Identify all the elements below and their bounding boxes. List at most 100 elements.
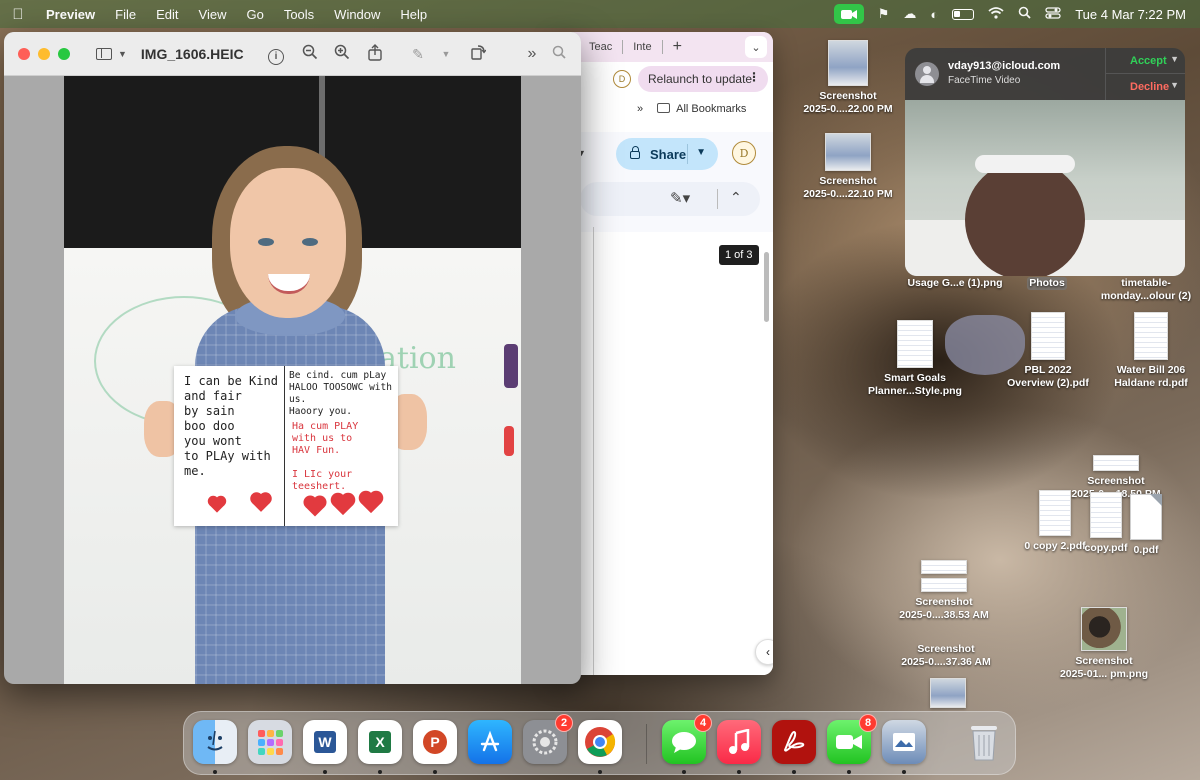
- menu-edit[interactable]: Edit: [146, 7, 188, 22]
- lock-icon: [630, 146, 640, 159]
- pencil-icon[interactable]: ✎▾: [670, 189, 690, 207]
- zoom-in-icon[interactable]: [332, 44, 352, 64]
- all-bookmarks-link[interactable]: All Bookmarks: [657, 103, 746, 115]
- folder-icon: [657, 103, 671, 113]
- heart-drawing: [252, 494, 270, 512]
- desktop-file-screenshot[interactable]: Screenshot 2025-0....22.10 PM: [800, 133, 896, 201]
- close-window-button[interactable]: [18, 47, 30, 60]
- dock-music-icon[interactable]: [717, 720, 761, 764]
- creative-cloud-icon[interactable]: ☁: [903, 6, 916, 22]
- menu-bar:  Preview File Edit View Go Tools Window…: [0, 0, 1200, 28]
- chrome-tab[interactable]: Teac: [585, 41, 616, 53]
- menu-tools[interactable]: Tools: [274, 7, 324, 22]
- view-options-chevron-icon[interactable]: ▼: [118, 49, 127, 59]
- toolbar-overflow-icon[interactable]: »: [522, 44, 542, 64]
- dock-preview-icon[interactable]: [882, 720, 926, 764]
- facetime-status-icon[interactable]: [833, 4, 864, 24]
- heart-drawing: [305, 497, 325, 517]
- desktop-file-screenshot[interactable]: Screenshot 2025-0....37.36 AM: [898, 643, 994, 669]
- markup-pen-icon[interactable]: ✎: [408, 44, 428, 64]
- spotlight-search-icon[interactable]: [1018, 6, 1031, 22]
- desktop-file-photo[interactable]: [928, 678, 968, 712]
- dock-messages-icon[interactable]: 4: [662, 714, 712, 764]
- markup-chevron-icon[interactable]: ▼: [436, 44, 456, 64]
- flag-icon[interactable]: ⚑: [878, 6, 890, 22]
- desktop-file-photos[interactable]: Photos: [1027, 277, 1067, 290]
- desktop-file-water-bill[interactable]: Water Bill 206 Haldane rd.pdf: [1106, 312, 1196, 390]
- dock-launchpad-icon[interactable]: [248, 720, 292, 764]
- bookmarks-bar: » All Bookmarks: [555, 96, 773, 122]
- tab-search-chevron-icon[interactable]: ⌄: [745, 36, 767, 58]
- profile-avatar-icon[interactable]: D: [613, 70, 631, 88]
- share-button[interactable]: Share ▼: [616, 138, 718, 170]
- menu-clock[interactable]: Tue 4 Mar 7:22 PM: [1075, 7, 1186, 22]
- desktop-file-0-pdf[interactable]: 0.pdf: [1124, 494, 1168, 557]
- dock-trash-icon[interactable]: [962, 720, 1006, 764]
- more-menu-icon[interactable]: ⋮: [748, 70, 760, 84]
- dock-chrome-icon[interactable]: [578, 720, 622, 764]
- notification-badge: 4: [694, 714, 712, 732]
- dock-facetime-icon[interactable]: 8: [827, 714, 877, 764]
- dock-excel-icon[interactable]: X: [358, 720, 402, 764]
- menu-app-name[interactable]: Preview: [36, 7, 105, 22]
- dock-system-settings-icon[interactable]: 2: [523, 714, 573, 764]
- menu-file[interactable]: File: [105, 7, 146, 22]
- running-app-indicator: [737, 770, 741, 774]
- desktop-file-screenshot[interactable]: Screenshot 2025-0....22.00 PM: [800, 40, 896, 116]
- dock-app-store-icon[interactable]: [468, 720, 512, 764]
- menu-view[interactable]: View: [189, 7, 237, 22]
- menu-help[interactable]: Help: [390, 7, 437, 22]
- file-thumbnail: [825, 133, 871, 171]
- notification-badge: 2: [555, 714, 573, 732]
- dock-acrobat-icon[interactable]: [772, 720, 816, 764]
- decline-options-chevron-icon[interactable]: ▼: [1170, 80, 1179, 90]
- call-type: FaceTime Video: [948, 75, 1021, 86]
- zoom-out-icon[interactable]: [300, 44, 320, 64]
- file-thumbnail: [828, 40, 868, 86]
- battery-icon[interactable]: [952, 8, 975, 20]
- image-canvas: ation I can be Kind and fair by sain boo…: [64, 76, 521, 684]
- share-divider: [687, 144, 688, 164]
- desktop-file-screenshot[interactable]: Screenshot 2025-0....38.53 AM: [896, 560, 992, 622]
- minimize-window-button[interactable]: [38, 47, 50, 60]
- search-icon[interactable]: [549, 44, 569, 64]
- account-avatar[interactable]: D: [732, 141, 756, 165]
- decline-call-button[interactable]: Decline ▼: [1106, 74, 1185, 100]
- file-thumbnail: [1031, 312, 1065, 360]
- desktop-file-timetable[interactable]: timetable- monday...olour (2): [1100, 277, 1192, 303]
- bookmarks-overflow-icon[interactable]: »: [637, 103, 643, 115]
- zoom-window-button[interactable]: [58, 47, 70, 60]
- desktop-file-screenshot-png[interactable]: Screenshot 2025-01... pm.png: [1056, 607, 1152, 681]
- accept-call-button[interactable]: Accept ▼: [1106, 48, 1185, 74]
- share-options-chevron-icon[interactable]: ▼: [696, 147, 706, 158]
- dock-powerpoint-icon[interactable]: P: [413, 720, 457, 764]
- chrome-window: Teac Inte + ⌄ D Relaunch to update ⋮ » A…: [555, 32, 773, 675]
- chrome-tab[interactable]: Inte: [629, 41, 655, 53]
- desktop-file-pbl-overview[interactable]: PBL 2022 Overview (2).pdf: [1000, 312, 1096, 390]
- relaunch-to-update-button[interactable]: Relaunch to update ⋮: [638, 66, 768, 92]
- share-icon[interactable]: [365, 44, 385, 64]
- dock-finder-icon[interactable]: [193, 720, 237, 764]
- dock-word-icon[interactable]: W: [303, 720, 347, 764]
- menu-window[interactable]: Window: [324, 7, 390, 22]
- desktop-file-usage-guide[interactable]: Usage G...e (1).png: [905, 277, 1005, 290]
- apple-icon[interactable]: : [0, 6, 36, 23]
- scrollbar[interactable]: [764, 252, 769, 322]
- card-red-text: Ha cum PLAY with us to HAV Fun. I LIc yo…: [292, 421, 359, 492]
- card-left-text: I can be Kind and fair by sain boo doo y…: [184, 374, 278, 478]
- wifi-icon[interactable]: [988, 6, 1004, 22]
- accept-options-chevron-icon[interactable]: ▼: [1170, 54, 1179, 64]
- info-icon[interactable]: i: [266, 44, 286, 65]
- focus-icon[interactable]: ◐: [930, 7, 938, 22]
- new-tab-icon[interactable]: +: [673, 38, 682, 56]
- desktop-file-smart-goals[interactable]: Smart Goals Planner...Style.png: [866, 320, 964, 398]
- call-actions: Accept ▼ Decline ▼: [1105, 48, 1185, 100]
- sidebar-toggle-icon[interactable]: [96, 47, 112, 60]
- chevron-up-icon[interactable]: ⌃: [730, 189, 742, 206]
- editing-mode-bar: ✎▾ ⌃: [580, 182, 760, 216]
- heart-drawing: [332, 494, 354, 516]
- control-center-icon[interactable]: [1045, 6, 1061, 22]
- toolbar-divider: [717, 189, 718, 209]
- menu-go[interactable]: Go: [236, 7, 273, 22]
- rotate-icon[interactable]: [468, 44, 488, 64]
